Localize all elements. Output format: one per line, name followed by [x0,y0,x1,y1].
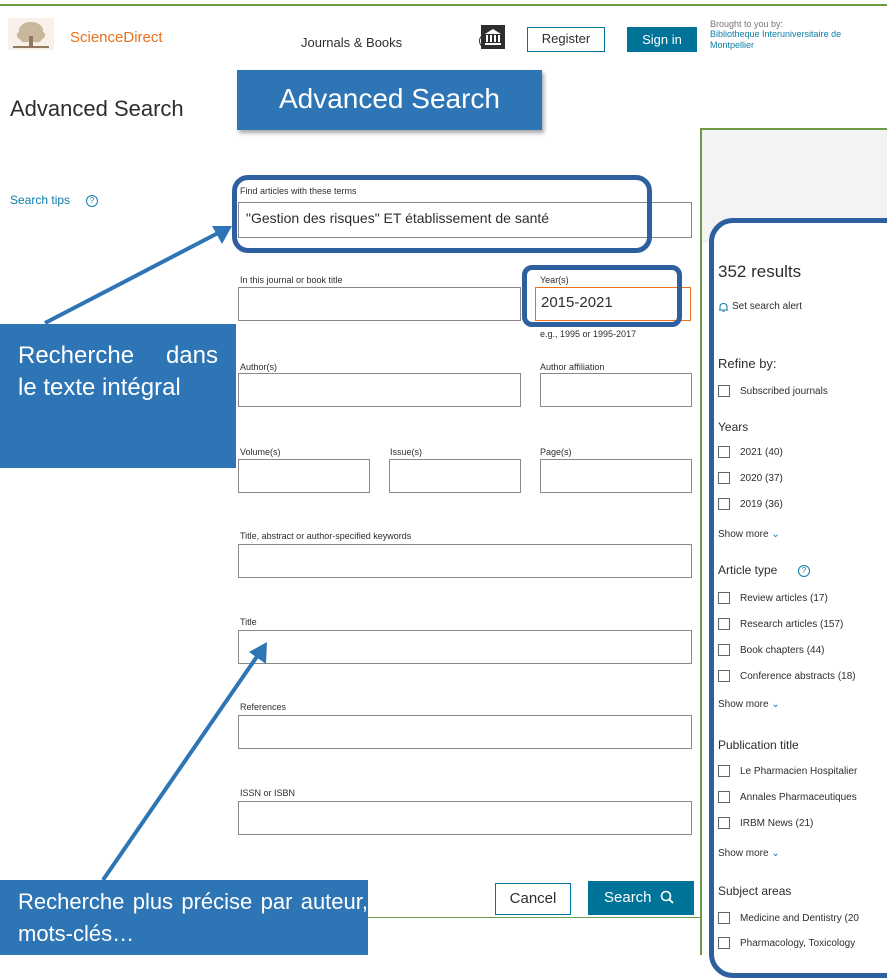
article-type-checkbox[interactable] [718,670,730,682]
year-checkbox[interactable] [718,472,730,484]
publication-title-heading: Publication title [718,738,799,752]
article-type-label: Research articles (157) [740,619,844,630]
search-button-label: Search [604,889,652,906]
years-show-more-link[interactable]: Show more ⌄ [718,529,780,540]
publication-checkbox[interactable] [718,765,730,777]
subject-checkbox[interactable] [718,937,730,949]
publication-checkbox[interactable] [718,817,730,829]
arrow-precise [101,642,267,882]
publication-checkbox[interactable] [718,791,730,803]
year-checkbox[interactable] [718,446,730,458]
article-type-label: Book chapters (44) [740,645,825,656]
show-more-label: Show more [718,699,769,710]
article-type-checkbox[interactable] [718,644,730,656]
subject-areas-title: Subject areas [718,884,792,898]
arrow-fulltext [44,226,232,325]
set-search-alert-link[interactable]: Set search alert [732,301,802,312]
chevron-down-icon: ⌄ [771,529,780,540]
article-type-title: Article type [718,563,778,577]
bell-icon[interactable] [718,302,729,313]
chevron-down-icon: ⌄ [771,699,780,710]
article-type-checkbox[interactable] [718,618,730,630]
show-more-label: Show more [718,529,769,540]
publication-label: Annales Pharmaceutiques [740,792,857,803]
years-filter-title: Years [718,420,749,434]
publication-label: Le Pharmacien Hospitalier [740,766,858,777]
show-more-label: Show more [718,848,769,859]
article-type-checkbox[interactable] [718,592,730,604]
subject-label: Medicine and Dentistry (20 [740,913,859,924]
search-icon [660,890,674,904]
article-type-label: Review articles (17) [740,593,828,604]
cancel-button[interactable]: Cancel [495,883,571,915]
year-checkbox[interactable] [718,498,730,510]
subscribed-checkbox[interactable] [718,385,730,397]
subject-checkbox[interactable] [718,912,730,924]
subscribed-label: Subscribed journals [740,386,828,397]
article-type-label: Conference abstracts (18) [740,671,856,682]
article-type-help-icon[interactable]: ? [798,565,810,577]
subject-label: Pharmacology, Toxicology [740,938,856,949]
refine-by-title: Refine by: [718,356,777,371]
article-type-show-more-link[interactable]: Show more ⌄ [718,699,780,710]
publication-label: IRBM News (21) [740,818,814,829]
year-option-label: 2021 (40) [740,447,783,458]
chevron-down-icon: ⌄ [771,848,780,859]
bottom-frame-line [368,917,700,918]
results-count: 352 results [718,262,802,281]
search-button[interactable]: Search [588,881,694,915]
publication-show-more-link[interactable]: Show more ⌄ [718,848,780,859]
year-option-label: 2019 (36) [740,499,783,510]
year-option-label: 2020 (37) [740,473,783,484]
